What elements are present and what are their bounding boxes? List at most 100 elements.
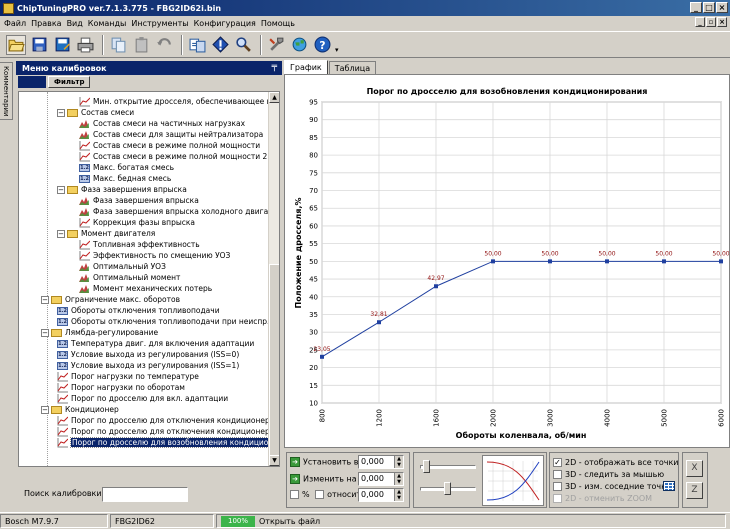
change-by-input[interactable]: 0,000 ▲ ▼ [358, 472, 404, 486]
tree-item[interactable]: Состав смеси в режиме полной мощности 2 [79, 151, 267, 162]
close-button[interactable]: × [716, 2, 728, 13]
toolbar-overflow-chevron[interactable]: ▾ [335, 46, 339, 54]
child-close-button[interactable]: × [717, 17, 727, 27]
tree-folder[interactable]: − Момент двигателя [57, 228, 155, 239]
collapse-toggle-icon[interactable]: − [41, 328, 49, 337]
tree-item[interactable]: Порог по дросселю для отключения кондици… [57, 426, 274, 437]
collapse-toggle-icon[interactable]: − [41, 295, 49, 304]
opt-2d-all-checkbox[interactable] [553, 458, 562, 467]
search-input[interactable] [102, 487, 188, 502]
menu-view[interactable]: Вид [67, 19, 83, 28]
collapse-toggle-icon[interactable]: − [41, 405, 49, 414]
filter-tab-active[interactable] [18, 76, 46, 88]
maximize-button[interactable]: □ [703, 2, 715, 13]
scroll-down-button[interactable]: ▼ [269, 455, 279, 466]
filter-button[interactable]: Фильтр [48, 76, 91, 88]
set-to-input[interactable]: 0,000 ▲ ▼ [358, 455, 404, 469]
help-button[interactable]: ? [312, 35, 332, 55]
child-minimize-button[interactable]: _ [695, 17, 705, 27]
opt-3d-neighbors-checkbox[interactable] [553, 482, 562, 491]
tree-item[interactable]: Мин. открытие дросселя, обеспечивающее м… [79, 96, 277, 107]
tree-scrollbar[interactable]: ▲ ▼ [268, 92, 279, 466]
menu-edit[interactable]: Правка [31, 19, 61, 28]
zoom-z-button[interactable]: Z [686, 482, 703, 499]
tree-item[interactable]: Порог по дросселю для возобновления конд… [57, 437, 276, 448]
menu-configuration[interactable]: Конфигурация [194, 19, 256, 28]
print-button[interactable] [75, 35, 95, 55]
curve-2d-icon [57, 382, 69, 393]
percent-checkbox[interactable] [290, 490, 299, 499]
relative-stepper[interactable]: ▲ ▼ [394, 489, 403, 501]
tree-item[interactable]: Фаза завершения впрыска холодного двигат… [79, 206, 277, 217]
tools-button[interactable] [266, 35, 286, 55]
search-button[interactable] [233, 35, 253, 55]
open-file-button[interactable] [6, 34, 26, 55]
paste-button[interactable] [131, 35, 151, 55]
tree-item[interactable]: Порог нагрузки по оборотам [57, 382, 185, 393]
slider-knob-2[interactable] [444, 482, 451, 495]
tree-item[interactable]: 1.2 Макс. бедная смесь [79, 173, 171, 184]
tree-item[interactable]: Оптимальный УОЗ [79, 261, 166, 272]
collapse-toggle-icon[interactable]: − [57, 185, 65, 194]
menu-help[interactable]: Помощь [261, 19, 295, 28]
minimize-button[interactable]: _ [690, 2, 702, 13]
collapse-toggle-icon[interactable]: − [57, 108, 65, 117]
tree-item[interactable]: Состав смеси для защиты нейтрализатора [79, 129, 263, 140]
tree-item[interactable]: Эффективность по смещению УОЗ [79, 250, 230, 261]
tree-item[interactable]: Порог по дросселю для вкл. адаптации [57, 393, 228, 404]
set-to-stepper[interactable]: ▲ ▼ [394, 456, 403, 468]
tab-table[interactable]: Таблица [328, 61, 377, 75]
change-by-button[interactable]: ➔ [290, 474, 300, 484]
opt-3d-mouse-checkbox[interactable] [553, 470, 562, 479]
tree-item[interactable]: 1.2 Условие выхода из регулирования (ISS=… [57, 360, 239, 371]
tree-folder[interactable]: − Состав смеси [57, 107, 134, 118]
tree-item[interactable]: Топливная эффективность [79, 239, 200, 250]
tree-item[interactable]: 1.2 Обороты отключения топливоподачи [57, 305, 220, 316]
x-tick-label: 4000 [604, 409, 612, 427]
curve-2d-icon [79, 151, 91, 162]
grid-icon[interactable] [663, 481, 675, 491]
tree-item[interactable]: Оптимальный момент [79, 272, 180, 283]
tree-item[interactable]: Состав смеси на частичных нагрузках [79, 118, 245, 129]
tree-item[interactable]: 1.2 Условие выхода из регулирования (ISS=… [57, 349, 239, 360]
tree-item[interactable]: 1.2 Обороты отключения топливоподачи при … [57, 316, 278, 327]
menu-commands[interactable]: Команды [88, 19, 127, 28]
menu-tools[interactable]: Инструменты [131, 19, 188, 28]
comments-side-tab[interactable]: Комментарии [0, 62, 13, 120]
tree-item[interactable]: Момент механических потерь [79, 283, 212, 294]
relative-checkbox[interactable] [315, 490, 325, 499]
change-by-row: ➔ Изменить на [290, 474, 357, 484]
close-x-button[interactable]: X [686, 460, 703, 477]
update-button[interactable] [289, 35, 309, 55]
tree-folder[interactable]: − Кондиционер [41, 404, 119, 415]
pin-icon[interactable]: ╤ [272, 62, 277, 72]
line-chart[interactable]: 101520253035404550556065707580859095800 1… [285, 75, 729, 447]
compare-button[interactable] [187, 35, 207, 55]
copy-button[interactable] [108, 35, 128, 55]
chart-area[interactable]: 10 15 20 25 30 35 40 45 50 55 60 65 70 75 80 85 90 95 800 1… [284, 74, 730, 448]
checksum-button[interactable] [210, 35, 230, 55]
undo-button[interactable] [154, 35, 174, 55]
tree-item[interactable]: Порог нагрузки по температуре [57, 371, 199, 382]
change-by-stepper[interactable]: ▲ ▼ [394, 473, 403, 485]
child-restore-button[interactable]: ▫ [706, 17, 716, 27]
save-button[interactable] [29, 35, 49, 55]
slider-knob-1[interactable] [423, 460, 430, 473]
tree-item[interactable]: Состав смеси в режиме полной мощности [79, 140, 260, 151]
relative-input[interactable]: 0,000 ▲ ▼ [358, 488, 404, 502]
tree-item[interactable]: Фаза завершения впрыска [79, 195, 199, 206]
scroll-up-button[interactable]: ▲ [269, 92, 279, 103]
tree-item[interactable]: Порог по дросселю для отключения кондици… [57, 415, 274, 426]
tree-folder[interactable]: − Лямбда-регулирование [41, 327, 158, 338]
tree-folder[interactable]: − Фаза завершения впрыска [57, 184, 187, 195]
tree-item[interactable]: 1.2 Макс. богатая смесь [79, 162, 174, 173]
set-to-button[interactable]: ➔ [290, 457, 300, 467]
save-as-button[interactable] [52, 35, 72, 55]
tree-item[interactable]: 1.2 Температура двиг. для включения адапт… [57, 338, 254, 349]
menu-file[interactable]: Файл [4, 19, 26, 28]
tree-folder[interactable]: − Ограничение макс. оборотов [41, 294, 180, 305]
tree-item[interactable]: Коррекция фазы впрыска [79, 217, 195, 228]
scroll-thumb[interactable] [269, 264, 279, 462]
tab-graph[interactable]: График [284, 60, 328, 75]
collapse-toggle-icon[interactable]: − [57, 229, 65, 238]
